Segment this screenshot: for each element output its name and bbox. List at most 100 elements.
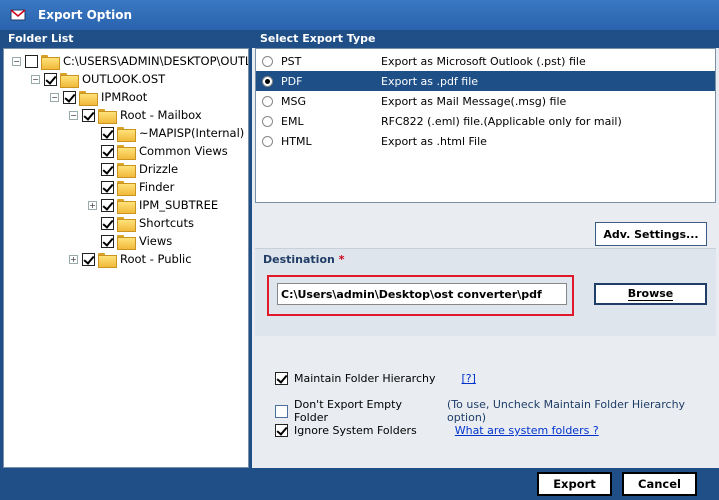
tree-node-mapisp[interactable]: ~MAPISP(Internal) [101,124,244,142]
tree-checkbox[interactable] [44,72,57,86]
browse-button[interactable]: Browse [594,283,707,305]
system-folders-link[interactable]: What are system folders ? [455,424,599,437]
folder-icon [117,198,136,214]
dont-export-empty-label: Don't Export Empty Folder [294,398,402,424]
adv-settings-button[interactable]: Adv. Settings... [595,222,707,246]
export-type-desc: Export as .html File [381,134,487,148]
folder-icon [98,108,117,124]
ost-file-icon [60,72,79,88]
tree-node-common-views[interactable]: Common Views [101,142,228,160]
tree-node-label: ~MAPISP(Internal) [139,126,245,140]
radio-button[interactable] [262,115,273,127]
folder-icon [79,90,98,106]
folder-icon [117,126,136,142]
maintain-hierarchy-option[interactable]: Maintain Folder Hierarchy [?] [275,372,476,385]
tree-node-label: Shortcuts [139,216,194,230]
export-type-eml[interactable]: EML RFC822 (.eml) file.(Applicable only … [256,111,715,131]
radio-button[interactable] [262,135,273,147]
folder-open-icon [41,54,60,70]
export-type-header: Select Export Type [252,30,719,48]
collapse-icon[interactable]: − [69,110,78,120]
folder-icon [117,216,136,232]
folder-list-header: Folder List [0,30,250,48]
required-marker: * [338,253,345,266]
dont-export-empty-option[interactable]: Don't Export Empty Folder (To use, Unche… [275,398,719,424]
tree-checkbox[interactable] [101,198,114,212]
ignore-system-checkbox[interactable] [275,424,288,437]
tree-node-ost[interactable]: − OUTLOOK.OST [31,70,165,88]
tree-node-label: Views [139,234,173,248]
tree-node-views[interactable]: Views [101,232,172,250]
folder-icon [117,180,136,196]
destination-label: Destination * [263,253,344,266]
export-type-desc: Export as .pdf file [381,74,479,88]
tree-node-root-path[interactable]: − C:\USERS\ADMIN\DESKTOP\OUTLOOK [12,52,248,70]
tree-node-ipmroot[interactable]: − IPMRoot [50,88,147,106]
tree-checkbox[interactable] [101,234,114,248]
folder-icon [98,252,117,268]
tree-checkbox[interactable] [101,216,114,230]
export-type-name: PDF [281,74,303,88]
ignore-system-label: Ignore System Folders [294,424,417,437]
export-type-list[interactable]: PST Export as Microsoft Outlook (.pst) f… [255,48,716,203]
tree-node-label: IPMRoot [101,90,148,104]
expand-icon[interactable]: + [88,200,97,210]
export-type-pdf[interactable]: PDF Export as .pdf file [256,71,715,91]
destination-highlight [267,275,574,316]
collapse-icon[interactable]: − [50,92,59,102]
browse-button-label: Browse [627,287,674,301]
folder-icon [117,144,136,160]
export-type-pst[interactable]: PST Export as Microsoft Outlook (.pst) f… [256,51,715,71]
dont-export-empty-hint: (To use, Uncheck Maintain Folder Hierarc… [447,398,686,424]
tree-checkbox[interactable] [82,108,95,122]
tree-node-label: C:\USERS\ADMIN\DESKTOP\OUTLOOK [63,54,248,68]
maintain-hierarchy-label: Maintain Folder Hierarchy [294,372,436,385]
tree-node-ipm-subtree[interactable]: + IPM_SUBTREE [88,196,218,214]
radio-button[interactable] [262,55,273,67]
collapse-icon[interactable]: − [31,74,40,84]
tree-node-root-public[interactable]: + Root - Public [69,250,192,268]
collapse-icon[interactable]: − [12,56,21,66]
tree-checkbox[interactable] [63,90,76,104]
tree-checkbox[interactable] [101,126,114,140]
destination-section: Destination * Browse [255,248,716,336]
radio-button[interactable] [262,95,273,107]
export-type-desc: RFC822 (.eml) file.(Applicable only for … [381,114,622,128]
export-settings-panel: PST Export as Microsoft Outlook (.pst) f… [252,48,719,468]
export-type-desc: Export as Microsoft Outlook (.pst) file [381,54,586,68]
export-type-name: EML [281,114,304,128]
export-type-name: PST [281,54,302,68]
export-button[interactable]: Export [537,472,612,496]
expand-icon[interactable]: + [69,254,78,264]
tree-node-root-mailbox[interactable]: − Root - Mailbox [69,106,202,124]
folder-tree[interactable]: − C:\USERS\ADMIN\DESKTOP\OUTLOOK − OUTLO… [3,48,249,468]
tree-checkbox[interactable] [101,180,114,194]
tree-node-label: Root - Public [120,252,192,266]
export-type-msg[interactable]: MSG Export as Mail Message(.msg) file [256,91,715,111]
hierarchy-help-link[interactable]: [?] [462,372,476,385]
destination-path-input[interactable] [277,283,567,305]
folder-icon [117,162,136,178]
tree-node-label: Drizzle [139,162,179,176]
tree-node-finder[interactable]: Finder [101,178,174,196]
title-bar: Export Option [0,0,719,30]
tree-node-label: Common Views [139,144,228,158]
tree-checkbox[interactable] [25,54,38,68]
tree-node-shortcuts[interactable]: Shortcuts [101,214,194,232]
app-icon [10,9,26,21]
tree-node-label: Root - Mailbox [120,108,202,122]
tree-checkbox[interactable] [82,252,95,266]
tree-node-label: OUTLOOK.OST [82,72,166,86]
tree-checkbox[interactable] [101,162,114,176]
cancel-button[interactable]: Cancel [622,472,697,496]
radio-button[interactable] [262,75,273,87]
maintain-hierarchy-checkbox[interactable] [275,372,288,385]
ignore-system-option[interactable]: Ignore System Folders What are system fo… [275,424,599,437]
export-type-name: HTML [281,134,312,148]
tree-node-drizzle[interactable]: Drizzle [101,160,178,178]
tree-checkbox[interactable] [101,144,114,158]
export-type-html[interactable]: HTML Export as .html File [256,131,715,151]
footer-bar: Export Cancel [0,468,719,500]
dont-export-empty-checkbox[interactable] [275,404,288,418]
destination-label-text: Destination [263,253,335,266]
